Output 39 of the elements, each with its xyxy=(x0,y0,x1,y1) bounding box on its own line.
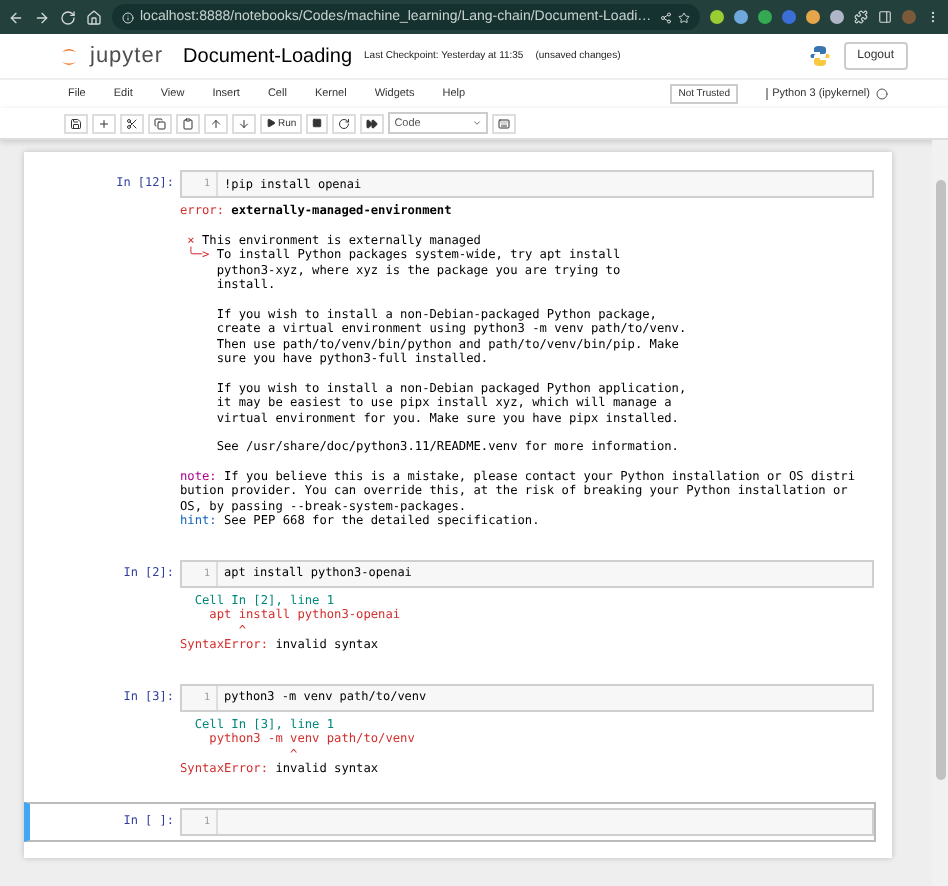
scrollbar-thumb[interactable] xyxy=(935,180,945,780)
stop-icon xyxy=(312,118,323,128)
share-icon[interactable] xyxy=(660,11,672,23)
menu-icon[interactable] xyxy=(926,10,940,24)
jupyter-logo-icon xyxy=(60,45,78,67)
move-up-button[interactable] xyxy=(204,113,228,133)
scissors-icon xyxy=(126,117,138,129)
puzzle-icon[interactable] xyxy=(854,10,868,24)
save-icon xyxy=(70,117,82,129)
restart-button[interactable] xyxy=(332,113,357,133)
fast-forward-icon xyxy=(366,117,379,129)
back-icon[interactable] xyxy=(8,9,24,25)
kernel-status-icon xyxy=(876,88,888,100)
chevron-down-icon xyxy=(472,118,483,128)
play-icon xyxy=(266,118,276,128)
home-icon[interactable] xyxy=(86,9,102,25)
arrow-up-icon xyxy=(210,117,222,129)
add-cell-button[interactable] xyxy=(92,113,116,133)
keyboard-button[interactable] xyxy=(492,113,517,133)
star-icon[interactable] xyxy=(678,11,690,23)
clipboard-icon xyxy=(182,117,194,129)
python-logo-icon xyxy=(807,44,832,68)
move-down-button[interactable] xyxy=(232,113,256,133)
info-icon[interactable] xyxy=(122,11,134,23)
notebook-title[interactable]: Document-Loading xyxy=(183,45,353,67)
forward-icon[interactable] xyxy=(34,9,50,25)
sidebar-icon[interactable] xyxy=(878,10,892,24)
restart-icon xyxy=(338,117,351,129)
arrow-down-icon xyxy=(238,117,250,129)
save-button[interactable] xyxy=(64,113,88,133)
logo-text: jupyter xyxy=(90,44,164,68)
run-all-button[interactable] xyxy=(360,113,385,133)
keyboard-icon xyxy=(498,117,511,129)
cut-button[interactable] xyxy=(120,113,144,133)
copy-icon xyxy=(154,117,166,129)
plus-icon xyxy=(98,117,110,129)
paste-button[interactable] xyxy=(176,113,200,133)
stop-button[interactable] xyxy=(306,113,329,133)
reload-icon[interactable] xyxy=(60,9,76,25)
